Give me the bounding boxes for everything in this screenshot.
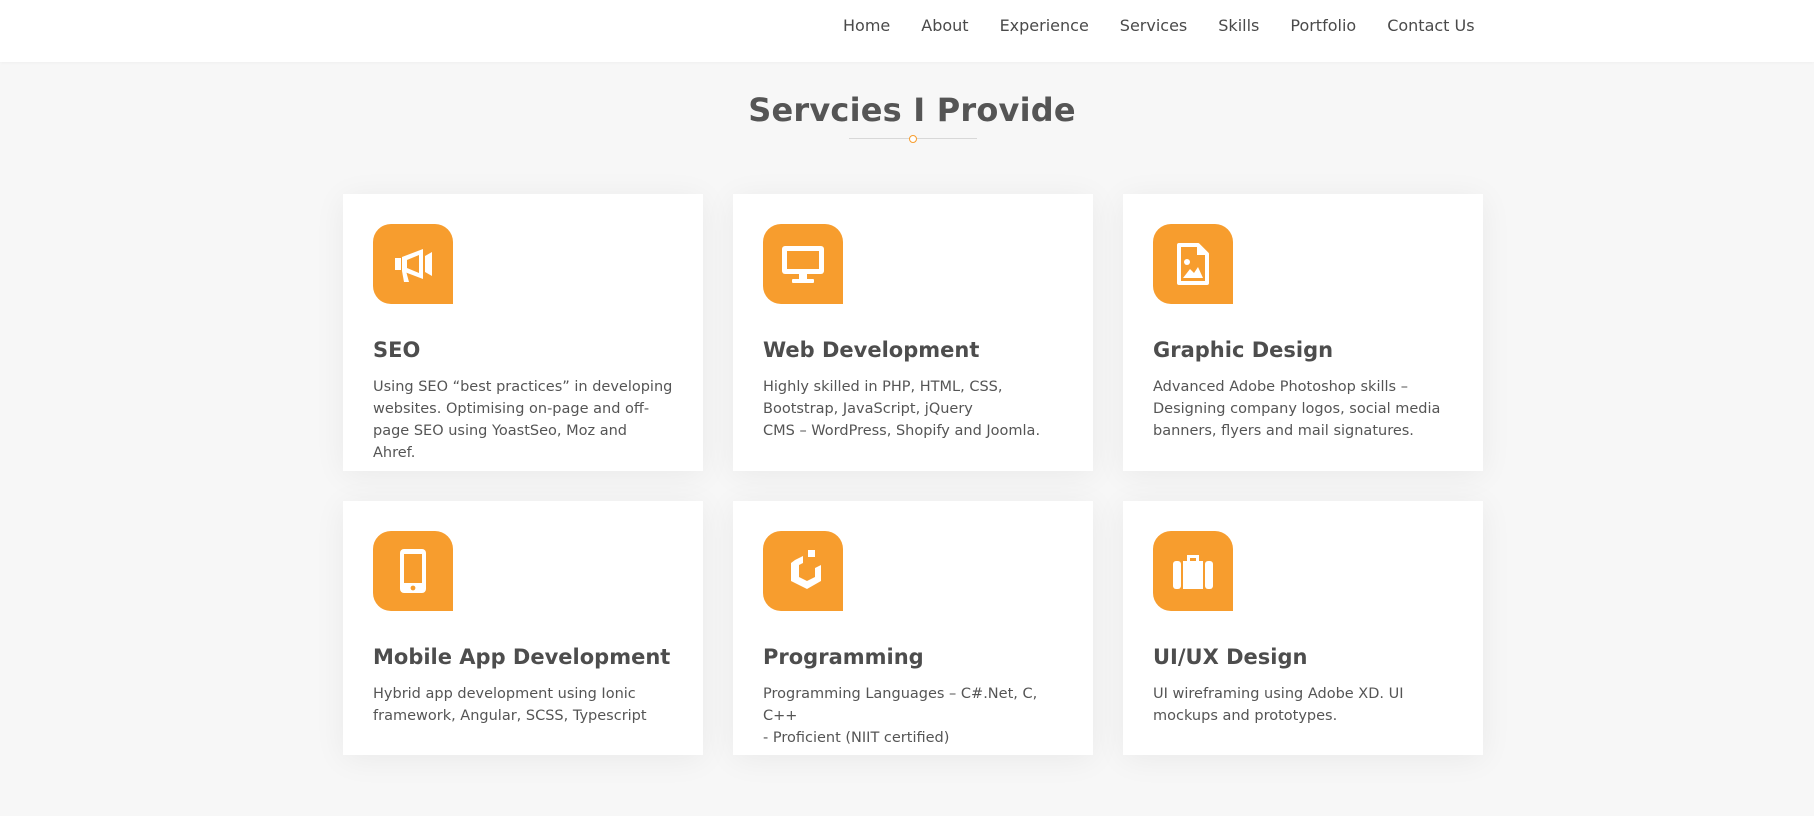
service-description: Advanced Adobe Photoshop skills – Design… [1153, 379, 1441, 439]
service-icon-box [373, 224, 453, 304]
service-icon-box [1153, 531, 1233, 611]
service-card-mobile-app-development: Mobile App Development Hybrid app develo… [343, 501, 703, 755]
service-title: Graphic Design [1153, 338, 1334, 362]
service-description: Hybrid app development using Ionic frame… [373, 686, 647, 724]
nav-about-link[interactable]: About [921, 15, 968, 37]
service-icon-box [763, 531, 843, 611]
service-title: Web Development [763, 338, 980, 362]
image-file-icon [1176, 242, 1210, 286]
title-divider-dot [909, 135, 917, 143]
main-nav: Home About Experience Services Skills Po… [843, 15, 1475, 37]
service-title: SEO [373, 338, 421, 362]
nav-portfolio-link[interactable]: Portfolio [1290, 15, 1356, 37]
service-icon-box [763, 224, 843, 304]
nav-contact-link[interactable]: Contact Us [1387, 15, 1474, 37]
nav-home-link[interactable]: Home [843, 15, 890, 37]
nav-experience-link[interactable]: Experience [1000, 15, 1089, 37]
cube-logo-icon [781, 548, 825, 594]
service-icon-box [373, 531, 453, 611]
megaphone-icon [389, 244, 437, 284]
desktop-icon [779, 243, 827, 285]
section-title: Servcies I Provide [748, 91, 1076, 129]
service-card-ui-ux-design: UI/UX Design UI wireframing using Adobe … [1123, 501, 1483, 755]
service-card-graphic-design: Graphic Design Advanced Adobe Photoshop … [1123, 194, 1483, 471]
service-icon-box [1153, 224, 1233, 304]
top-navbar: Home About Experience Services Skills Po… [0, 0, 1814, 62]
service-card-web-development: Web Development Highly skilled in PHP, H… [733, 194, 1093, 471]
service-card-programming: Programming Programming Languages – C#.N… [733, 501, 1093, 755]
service-card-seo: SEO Using SEO “best practices” in develo… [343, 194, 703, 471]
nav-services-link[interactable]: Services [1120, 15, 1187, 37]
service-title: UI/UX Design [1153, 645, 1308, 669]
service-title: Programming [763, 645, 924, 669]
service-description: UI wireframing using Adobe XD. UI mockup… [1153, 686, 1404, 724]
suitcase-icon [1169, 551, 1217, 591]
mobile-phone-icon [398, 547, 428, 595]
service-description: Highly skilled in PHP, HTML, CSS, Bootst… [763, 379, 1041, 439]
service-description: Using SEO “best practices” in developing… [373, 379, 673, 461]
service-title: Mobile App Development [373, 645, 671, 669]
service-description: Programming Languages – C#.Net, C, C++ -… [763, 686, 1038, 746]
nav-skills-link[interactable]: Skills [1218, 15, 1259, 37]
